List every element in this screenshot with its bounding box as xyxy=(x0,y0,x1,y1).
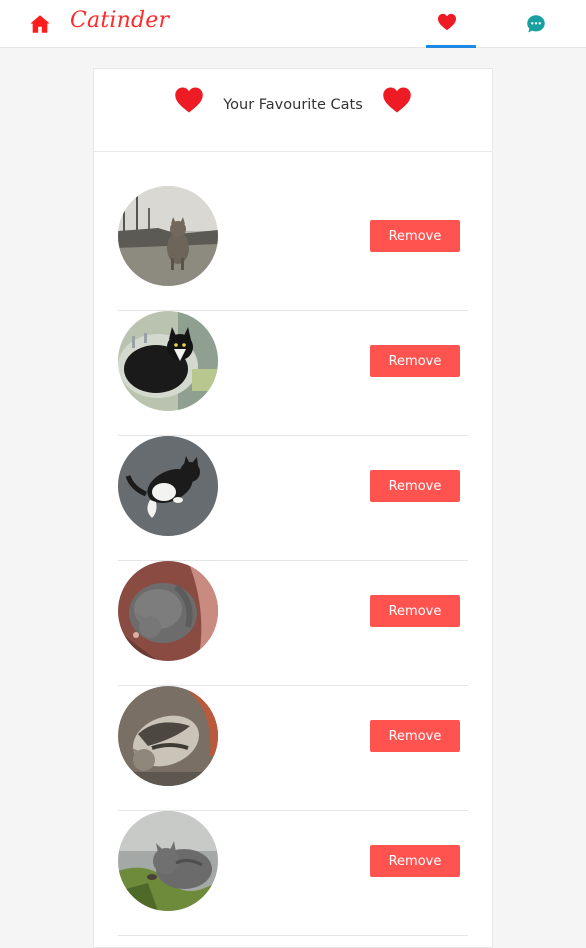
chat-bubble-icon[interactable] xyxy=(526,14,546,34)
nav-tab-favourites[interactable] xyxy=(426,0,476,48)
list-item: Remove xyxy=(118,186,468,311)
list-item: Remove xyxy=(118,436,468,561)
cat-photo xyxy=(118,811,218,911)
heart-icon xyxy=(175,87,203,113)
heart-icon xyxy=(438,13,456,31)
favourites-card: Your Favourite Cats Remove Remove Remove… xyxy=(93,68,493,948)
active-tab-indicator xyxy=(426,45,476,48)
heart-icon xyxy=(383,87,411,113)
remove-button[interactable]: Remove xyxy=(370,595,460,627)
list-item: Remove xyxy=(118,811,468,936)
remove-button[interactable]: Remove xyxy=(370,470,460,502)
remove-button[interactable]: Remove xyxy=(370,345,460,377)
cat-photo xyxy=(118,436,218,536)
home-icon[interactable] xyxy=(29,13,51,35)
favourite-cats-list: Remove Remove Remove Remove Remove Remov… xyxy=(118,186,468,936)
remove-button[interactable]: Remove xyxy=(370,220,460,252)
list-item: Remove xyxy=(118,561,468,686)
remove-button[interactable]: Remove xyxy=(370,845,460,877)
cat-photo xyxy=(118,561,218,661)
page-title: Your Favourite Cats xyxy=(223,97,363,113)
cat-photo xyxy=(118,311,218,411)
list-item: Remove xyxy=(118,686,468,811)
cat-photo xyxy=(118,686,218,786)
remove-button[interactable]: Remove xyxy=(370,720,460,752)
list-item: Remove xyxy=(118,311,468,436)
favourites-header: Your Favourite Cats xyxy=(94,69,492,152)
top-navbar: Catinder xyxy=(0,0,586,48)
cat-photo xyxy=(118,186,218,286)
app-logo-text[interactable]: Catinder xyxy=(70,8,169,33)
